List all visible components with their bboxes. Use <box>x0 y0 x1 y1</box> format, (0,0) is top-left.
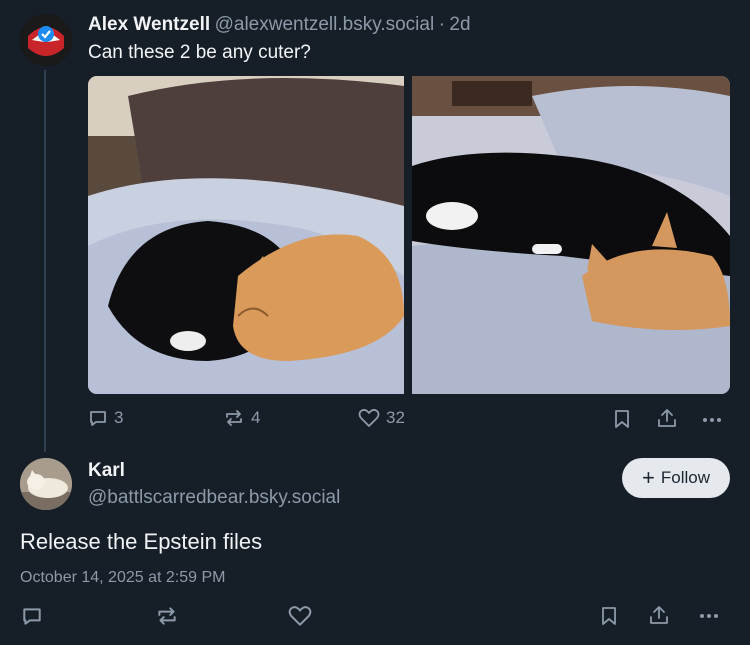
share-icon <box>658 409 676 427</box>
cats-photo-1[interactable] <box>88 76 404 394</box>
share-button[interactable] <box>656 407 678 429</box>
like-button[interactable]: 32 <box>358 408 405 428</box>
like-count: 32 <box>386 408 405 427</box>
like-icon <box>288 606 312 626</box>
reply-repost-button[interactable] <box>155 605 179 627</box>
separator: · <box>438 14 445 35</box>
reply-author-name[interactable]: Karl <box>88 460 125 482</box>
follow-label: Follow <box>660 468 710 487</box>
thread-line <box>44 70 46 452</box>
reply-text: Release the Epstein files <box>20 529 263 554</box>
cats-photo-2[interactable] <box>412 76 730 394</box>
reply-reply-button[interactable] <box>21 605 43 627</box>
author-avatar[interactable] <box>20 14 72 66</box>
repost-count: 4 <box>251 408 261 427</box>
author-name[interactable]: Alex Wentzell <box>88 14 210 35</box>
post-time[interactable]: 2d <box>449 14 470 35</box>
more-icon <box>703 418 721 422</box>
plus-icon: + <box>642 465 655 490</box>
repost-icon <box>158 607 176 625</box>
reply-count: 3 <box>114 408 124 427</box>
reply-bookmark-button[interactable] <box>599 605 619 627</box>
more-button[interactable] <box>702 410 722 430</box>
post-images <box>88 76 730 394</box>
reply-author-handle[interactable]: @battlscarredbear.bsky.social <box>88 487 340 509</box>
bookmark-icon <box>615 410 629 428</box>
reply-more-button[interactable] <box>698 606 720 626</box>
follow-button[interactable]: + Follow <box>622 458 730 498</box>
reply-share-button[interactable] <box>648 604 670 626</box>
reply-button[interactable]: 3 <box>88 408 123 428</box>
post-text: Can these 2 be any cuter? <box>88 42 311 63</box>
reply-icon <box>90 411 106 426</box>
share-icon <box>650 606 668 624</box>
reply-timestamp[interactable]: October 14, 2025 at 2:59 PM <box>20 569 225 587</box>
author-handle[interactable]: @alexwentzell.bsky.social <box>215 14 435 35</box>
reply-like-button[interactable] <box>288 605 312 627</box>
post-header: Alex Wentzell @alexwentzell.bsky.social … <box>88 14 471 36</box>
repost-icon <box>226 410 242 426</box>
bookmark-button[interactable] <box>612 408 632 430</box>
repost-button[interactable]: 4 <box>223 408 260 428</box>
reply-author-avatar[interactable] <box>20 458 72 510</box>
bookmark-icon <box>602 607 616 625</box>
reply-icon <box>23 608 41 625</box>
like-icon <box>358 408 380 427</box>
more-icon <box>700 614 718 618</box>
